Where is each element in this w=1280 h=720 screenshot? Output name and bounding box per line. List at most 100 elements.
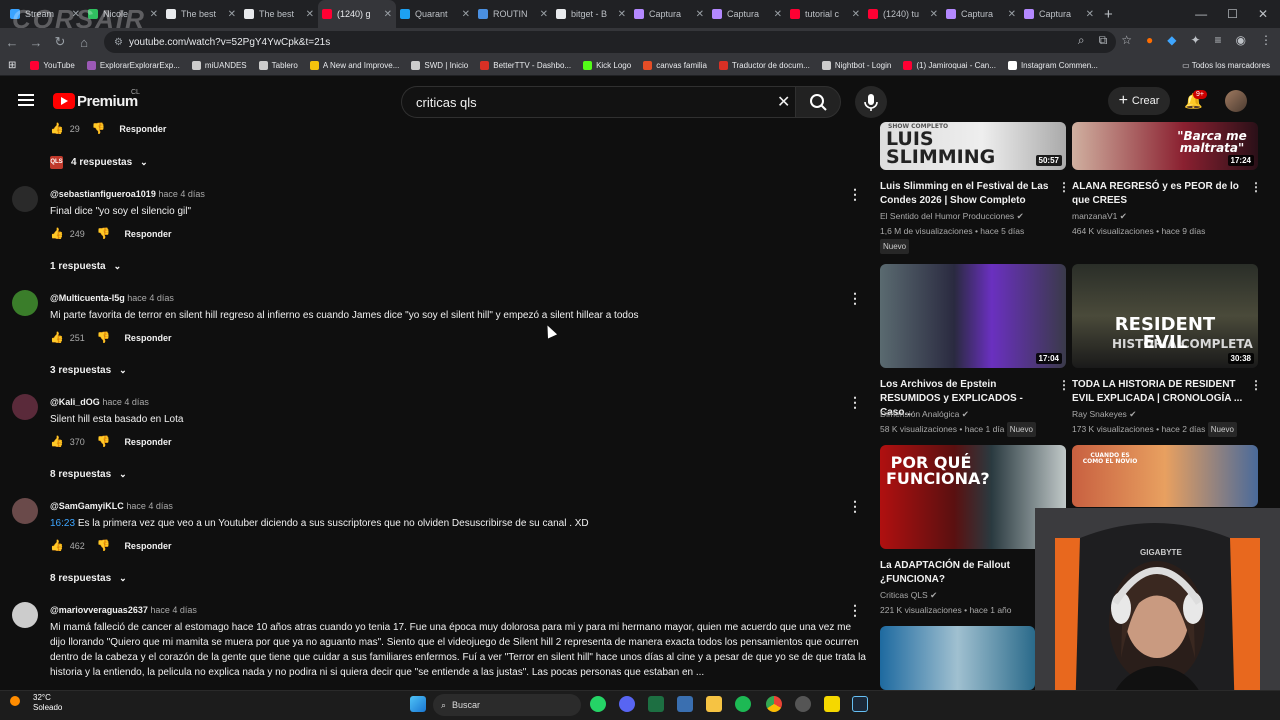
extension-icon[interactable]: ◆ [1167,33,1176,48]
replies-toggle[interactable]: 8 respuestas ⌄ [50,573,127,584]
browser-tab[interactable]: tutorial c ✕ [786,0,864,28]
tab-close-icon[interactable]: ✕ [150,9,158,20]
browser-tab[interactable]: (1240) g ✕ [318,0,396,28]
comment-time[interactable]: hace 4 días [127,293,174,303]
spotify-icon[interactable] [735,696,751,712]
weather-widget[interactable]: 32°C Soleado [33,693,62,713]
steam-icon[interactable] [852,696,868,712]
bookmark-item[interactable]: SWD | Inicio [411,61,468,70]
tab-close-icon[interactable]: ✕ [696,9,704,20]
whatsapp-icon[interactable] [590,696,606,712]
youtube-logo-icon[interactable] [53,93,75,109]
tab-close-icon[interactable]: ✕ [228,9,236,20]
bookmark-item[interactable]: A New and Improve... [309,61,399,70]
file-explorer-icon[interactable] [706,696,722,712]
channel-name[interactable]: El Sentido del Humor Producciones [880,211,1014,221]
user-avatar[interactable] [1225,90,1247,112]
bookmark-item[interactable]: ExplorarExplorarExp... [86,61,180,70]
video-menu-icon[interactable]: ⋮ [1058,378,1070,392]
discord-icon[interactable] [619,696,635,712]
tab-close-icon[interactable]: ✕ [1086,9,1094,20]
bookmark-item[interactable]: miUANDES [191,61,247,70]
tab-close-icon[interactable]: ✕ [306,9,314,20]
extension-icon[interactable]: ● [1146,33,1153,48]
site-info-icon[interactable]: ⚙ [114,37,123,48]
new-tab-icon[interactable]: + [1104,6,1113,23]
commenter-avatar[interactable] [12,290,38,316]
extensions-puzzle-icon[interactable]: ✦ [1190,33,1200,48]
video-thumbnail[interactable]: HISTORIA COMPLETA RESIDENT EVIL 30:38 [1072,264,1258,368]
zoom-icon[interactable]: ⌕ [1078,33,1085,48]
reply-button[interactable]: Responder [124,437,171,447]
bookmark-item[interactable]: Traductor de docum... [718,61,810,70]
video-menu-icon[interactable]: ⋮ [1250,180,1262,194]
like-icon[interactable]: 👍 [50,122,64,135]
minimize-icon[interactable]: — [1195,7,1207,21]
reading-list-icon[interactable]: ≡ [1215,33,1222,48]
tab-close-icon[interactable]: ✕ [618,9,626,20]
video-channel[interactable]: El Sentido del Humor Producciones ✔ [880,209,1024,224]
tab-close-icon[interactable]: ✕ [852,9,860,20]
reload-icon[interactable]: ↻ [48,34,72,50]
commenter-avatar[interactable] [12,498,38,524]
sticky-notes-icon[interactable] [824,696,840,712]
comment-time[interactable]: hace 4 días [126,501,173,511]
browser-tab[interactable]: The best ✕ [240,0,318,28]
url-bar[interactable]: ⚙ youtube.com/watch?v=52PgY4YwCpk&t=21s [104,31,1116,53]
comment-menu-icon[interactable]: ⋮ [848,290,862,307]
excel-icon[interactable] [648,696,664,712]
browser-tab[interactable]: The best ✕ [162,0,240,28]
tab-close-icon[interactable]: ✕ [774,9,782,20]
clear-search-icon[interactable]: ✕ [777,92,790,112]
like-icon[interactable]: 👍 [50,435,64,448]
browser-tab[interactable]: bitget - B ✕ [552,0,630,28]
bookmark-star-icon[interactable]: ☆ [1121,33,1132,48]
commenter-avatar[interactable] [12,186,38,212]
comment-author[interactable]: @mariovveraguas2637 [50,605,148,615]
taskbar-search[interactable]: ⌕ Buscar [433,694,581,716]
comment-author[interactable]: @Multicuenta-l5g [50,293,125,303]
like-icon[interactable]: 👍 [50,331,64,344]
browser-tab[interactable]: Captura ✕ [1020,0,1098,28]
comment-menu-icon[interactable]: ⋮ [848,394,862,411]
windows-start-icon[interactable] [410,696,426,712]
bookmark-item[interactable]: Tablero [258,61,298,70]
reply-button[interactable]: Responder [124,333,171,343]
tab-close-icon[interactable]: ✕ [1008,9,1016,20]
browser-tab[interactable]: (1240) tu ✕ [864,0,942,28]
video-title[interactable]: ALANA REGRESÓ y es PEOR de lo que CREES [1072,180,1244,208]
close-icon[interactable]: ✕ [1258,7,1268,21]
calculator-icon[interactable] [677,696,693,712]
video-thumbnail[interactable]: SHOW COMPLETO LUIS SLIMMING 50:57 [880,122,1066,170]
video-title[interactable]: La ADAPTACIÓN de Fallout ¿FUNCIONA? [880,559,1052,587]
dislike-icon[interactable]: 👎 [97,435,111,448]
tab-close-icon[interactable]: ✕ [462,9,470,20]
commenter-avatar[interactable] [12,602,38,628]
maximize-icon[interactable]: ☐ [1227,7,1238,21]
replies-toggle[interactable]: QLS 4 respuestas ⌄ [50,156,148,169]
comment-author[interactable]: @Kali_dOG [50,397,100,407]
video-thumbnail[interactable]: CUANDO ES COMO EL NOVIO [1072,445,1258,507]
all-bookmarks[interactable]: ▭ Todos los marcadores [1182,61,1270,70]
voice-search-button[interactable] [855,86,887,118]
channel-name[interactable]: Dimensión Analógica [880,409,959,419]
video-title[interactable]: Luis Slimming en el Festival de Las Cond… [880,180,1052,208]
comment-menu-icon[interactable]: ⋮ [848,602,862,619]
browser-tab[interactable]: Quarant ✕ [396,0,474,28]
dislike-icon[interactable]: 👎 [97,539,111,552]
search-button[interactable] [795,86,841,118]
dislike-icon[interactable]: 👎 [92,122,106,135]
search-input[interactable]: criticas qls [401,86,795,118]
chrome-icon[interactable] [766,696,782,712]
commenter-avatar[interactable] [12,394,38,420]
video-channel[interactable]: Ray Snakeyes ✔ [1072,407,1136,422]
back-icon[interactable]: ← [0,35,24,50]
video-channel[interactable]: Criticas QLS ✔ [880,588,937,603]
bookmark-item[interactable]: Kick Logo [583,61,631,70]
bookmark-item[interactable]: (1) Jamiroquai - Can... [903,61,996,70]
browser-tab[interactable]: ROUTIN ✕ [474,0,552,28]
replies-toggle[interactable]: 1 respuesta ⌄ [50,261,121,272]
tab-close-icon[interactable]: ✕ [930,9,938,20]
video-channel[interactable]: manzanaV1 ✔ [1072,209,1127,224]
bookmark-item[interactable]: Instagram Commen... [1007,61,1098,70]
